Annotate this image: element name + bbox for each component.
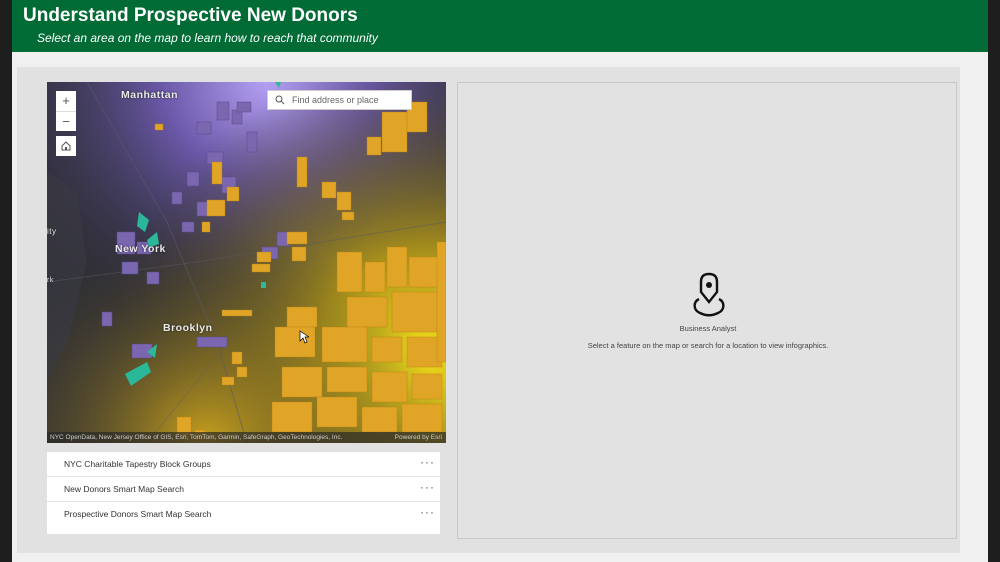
attribution-text: NYC OpenData, New Jersey Office of GIS, … [50, 434, 343, 441]
layer-options-icon[interactable]: ··· [420, 455, 435, 469]
layer-row[interactable]: NYC Charitable Tapestry Block Groups ··· [47, 452, 440, 477]
search-icon [275, 95, 285, 105]
zoom-out-button[interactable]: − [56, 111, 76, 131]
map-attribution: NYC OpenData, New Jersey Office of GIS, … [47, 432, 446, 443]
home-button[interactable] [56, 136, 76, 156]
layer-row[interactable]: Prospective Donors Smart Map Search ··· [47, 502, 440, 527]
search-input[interactable] [292, 92, 410, 108]
layer-label: New Donors Smart Map Search [64, 484, 184, 494]
zoom-in-button[interactable]: + [56, 91, 76, 111]
layer-row[interactable]: New Donors Smart Map Search ··· [47, 477, 440, 502]
page-title: Understand Prospective New Donors [23, 5, 358, 26]
map-view[interactable]: + − Manhattan New York Brooklyn ity rk N… [47, 82, 446, 443]
cursor-icon [299, 330, 309, 344]
app-header: Understand Prospective New Donors Select… [12, 0, 988, 52]
map-label-park-fragment: rk [47, 277, 54, 284]
home-icon [61, 141, 71, 151]
map-label-city-fragment: ity [47, 227, 57, 236]
layer-label: Prospective Donors Smart Map Search [64, 509, 212, 519]
layer-options-icon[interactable]: ··· [420, 505, 435, 519]
layer-options-icon[interactable]: ··· [420, 480, 435, 494]
map-label-new-york: New York [115, 243, 166, 255]
map-canvas[interactable] [47, 82, 446, 443]
infographic-panel: Business Analyst Select a feature on the… [457, 82, 957, 539]
infographic-title: Business Analyst [679, 324, 737, 333]
infographic-message: Select a feature on the map or search fo… [587, 341, 829, 350]
page-subtitle: Select an area on the map to learn how t… [37, 31, 378, 45]
layer-label: NYC Charitable Tapestry Block Groups [64, 459, 211, 469]
powered-by-esri[interactable]: Powered by Esri [395, 432, 442, 443]
location-pin-icon [693, 272, 725, 317]
map-label-manhattan: Manhattan [121, 89, 178, 101]
map-search[interactable] [267, 90, 412, 110]
layer-list: NYC Charitable Tapestry Block Groups ···… [47, 452, 440, 534]
map-label-brooklyn: Brooklyn [163, 322, 213, 334]
